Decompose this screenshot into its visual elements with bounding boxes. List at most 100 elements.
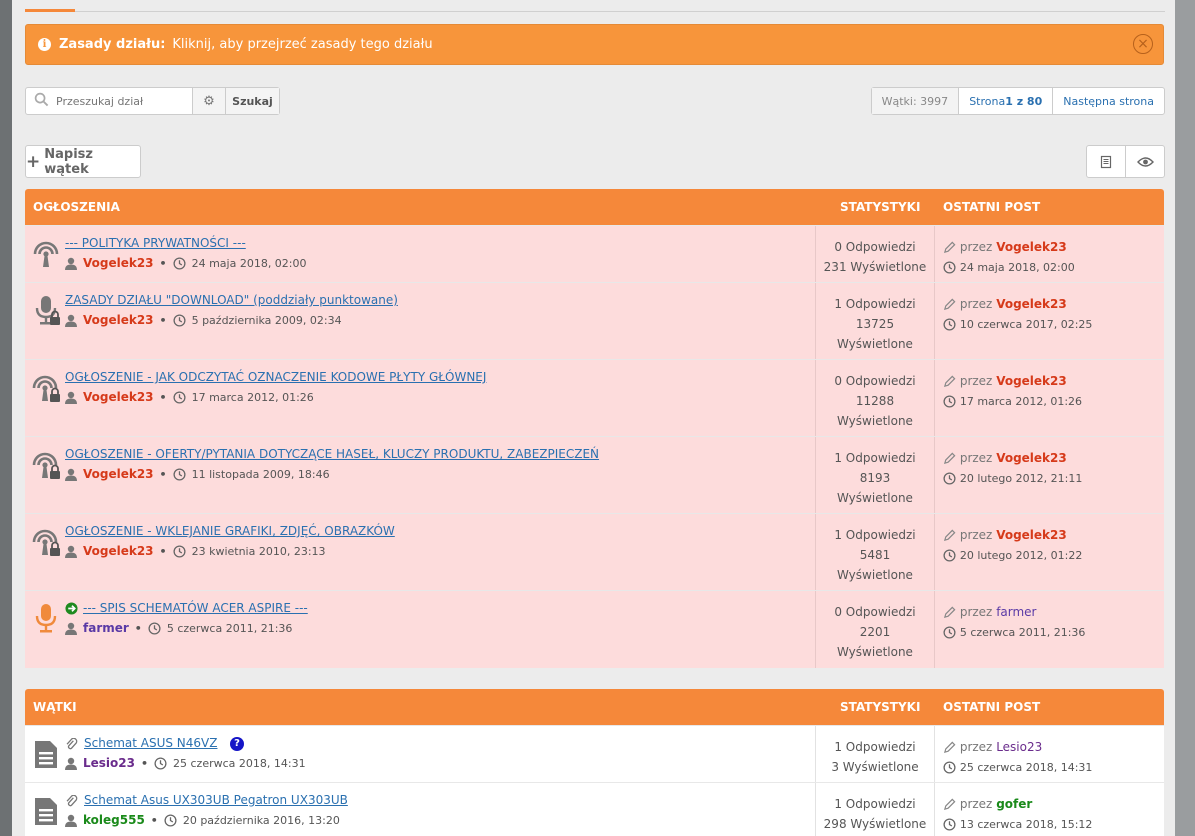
topic-stats: 0 Odpowiedzi 231 Wyświetlone (815, 226, 935, 282)
last-post-date[interactable]: 20 lutego 2012, 21:11 (960, 472, 1083, 485)
mark-read-button[interactable] (1087, 146, 1126, 177)
pagination: Wątki: 3997 Strona 1 z 80 Następna stron… (870, 87, 1165, 115)
topics-table: WĄTKI STATYSTYKI OSTATNI POST Schemat AS… (25, 689, 1164, 836)
view-count: 2201 (859, 625, 891, 639)
search-button[interactable]: Szukaj (226, 88, 279, 114)
locked-broadcast-icon (32, 375, 60, 402)
new-topic-button[interactable]: + Napisz wątek (25, 145, 141, 178)
last-post-author-link[interactable]: Vogelek23 (996, 374, 1067, 388)
topic-main: ZASADY DZIAŁU "DOWNLOAD" (poddziały punk… (25, 283, 815, 359)
topic-title-link[interactable]: OGŁOSZENIE - JAK ODCZYTAĆ OZNACZENIE KOD… (65, 370, 486, 384)
separator-dot: • (159, 313, 167, 327)
topic-author-link[interactable]: Vogelek23 (83, 544, 154, 558)
close-icon[interactable]: × (1133, 34, 1153, 54)
reply-count: 1 Odpowiedzi (834, 528, 916, 542)
plus-icon: + (26, 151, 41, 172)
pencil-icon (943, 798, 956, 811)
topic-main: OGŁOSZENIE - JAK ODCZYTAĆ OZNACZENIE KOD… (25, 360, 815, 436)
view-label: Wyświetlone (837, 414, 913, 428)
last-post-date[interactable]: 24 maja 2018, 02:00 (960, 261, 1075, 274)
last-post-by: przez (959, 240, 993, 254)
topic-date: 25 czerwca 2018, 14:31 (173, 756, 306, 770)
last-post: przez gofer 13 czerwca 2018, 15:12 (935, 783, 1092, 835)
topic-title-link[interactable]: --- SPIS SCHEMATÓW ACER ASPIRE --- (83, 601, 308, 615)
last-post-date[interactable]: 25 czerwca 2018, 14:31 (960, 761, 1093, 774)
last-post-date[interactable]: 13 czerwca 2018, 15:12 (960, 818, 1093, 831)
last-post-date[interactable]: 17 marca 2012, 01:26 (960, 395, 1082, 408)
last-post-author-link[interactable]: Vogelek23 (996, 528, 1067, 542)
go-to-unread-icon[interactable] (65, 602, 78, 615)
last-post-author-link[interactable]: farmer (996, 605, 1036, 619)
view-label: Wyświetlone (837, 491, 913, 505)
topic-title-link[interactable]: Schemat ASUS N46VZ (84, 736, 217, 750)
topic-author-link[interactable]: koleg555 (83, 813, 145, 827)
announcement-row: OGŁOSZENIE - JAK ODCZYTAĆ OZNACZENIE KOD… (25, 359, 1164, 436)
last-post-author-link[interactable]: Vogelek23 (996, 240, 1067, 254)
view-tools (1086, 145, 1165, 178)
forum-rules-notice[interactable]: i Zasady działu: Kliknij, aby przejrzeć … (25, 24, 1164, 65)
user-icon (65, 314, 77, 327)
topic-date: 5 czerwca 2011, 21:36 (166, 621, 293, 635)
clock-icon (943, 549, 956, 562)
clock-icon (943, 761, 956, 774)
last-post: przez Vogelek23 24 maja 2018, 02:00 (935, 226, 1075, 278)
last-post-author-link[interactable]: Vogelek23 (996, 297, 1067, 311)
last-post-by: przez (959, 797, 993, 811)
forum-search: ⚙ Szukaj (25, 87, 280, 115)
next-page-link[interactable]: Następna strona (1053, 88, 1164, 114)
last-post-author-link[interactable]: Vogelek23 (996, 451, 1067, 465)
topic-stats: 1 Odpowiedzi 13725 Wyświetlone (815, 283, 935, 359)
announcement-row: OGŁOSZENIE - OFERTY/PYTANIA DOTYCZĄCE HA… (25, 436, 1164, 513)
clock-icon (173, 256, 186, 270)
topic-author-link[interactable]: Lesio23 (83, 756, 135, 770)
topic-row: Schemat Asus UX303UB Pegatron UX303UB ko… (25, 782, 1164, 836)
clock-icon (173, 544, 186, 558)
reply-count: 0 Odpowiedzi (834, 240, 916, 254)
topic-stats: 1 Odpowiedzi 8193 Wyświetlone (815, 437, 935, 513)
page-jump[interactable]: Strona 1 z 80 (959, 88, 1054, 114)
view-count: 3 Wyświetlone (831, 760, 919, 774)
pencil-icon (943, 241, 956, 254)
watch-button[interactable] (1126, 146, 1164, 177)
search-input[interactable] (56, 94, 186, 108)
topic-stats: 0 Odpowiedzi 2201 Wyświetlone (815, 591, 935, 668)
last-post-column-header: OSTATNI POST (943, 700, 1041, 714)
clock-icon (943, 626, 956, 639)
topic-author-link[interactable]: Vogelek23 (83, 467, 154, 481)
topic-title-link[interactable]: --- POLITYKA PRYWATNOŚCI --- (65, 236, 246, 250)
topic-title-link[interactable]: Schemat Asus UX303UB Pegatron UX303UB (84, 793, 348, 807)
last-post-author-link[interactable]: gofer (996, 797, 1032, 811)
notice-text[interactable]: Kliknij, aby przejrzeć zasady tego dział… (172, 37, 432, 52)
forum-page: i Zasady działu: Kliknij, aby przejrzeć … (12, 0, 1175, 836)
page-margin-left (0, 0, 12, 836)
topic-title-link[interactable]: ZASADY DZIAŁU "DOWNLOAD" (poddziały punk… (65, 293, 398, 307)
page-margin-right (1175, 0, 1195, 836)
topic-meta: Vogelek23 • 23 kwietnia 2010, 23:13 (65, 544, 326, 558)
page-prefix: Strona (969, 94, 1006, 108)
topic-title-link[interactable]: OGŁOSZENIE - OFERTY/PYTANIA DOTYCZĄCE HA… (65, 447, 599, 461)
last-post: przez farmer 5 czerwca 2011, 21:36 (935, 591, 1085, 643)
topic-main: OGŁOSZENIE - WKLEJANIE GRAFIKI, ZDJĘĆ, O… (25, 514, 815, 590)
topic-author-link[interactable]: Vogelek23 (83, 390, 154, 404)
topic-author-link[interactable]: Vogelek23 (83, 256, 154, 270)
last-post: przez Vogelek23 10 czerwca 2017, 02:25 (935, 283, 1092, 335)
last-post-date[interactable]: 10 czerwca 2017, 02:25 (960, 318, 1093, 331)
pencil-icon (943, 452, 956, 465)
clock-icon (943, 818, 956, 831)
last-post-author-link[interactable]: Lesio23 (996, 740, 1042, 754)
user-icon (65, 757, 77, 770)
search-icon (26, 92, 56, 111)
last-post-date[interactable]: 20 lutego 2012, 01:22 (960, 549, 1083, 562)
topic-author-link[interactable]: farmer (83, 621, 129, 635)
separator-dot: • (159, 256, 167, 270)
paperclip-icon (66, 795, 78, 807)
advanced-search-button[interactable]: ⚙ (193, 88, 226, 114)
last-post-date[interactable]: 5 czerwca 2011, 21:36 (960, 626, 1086, 639)
topic-author-link[interactable]: Vogelek23 (83, 313, 154, 327)
topic-title-link[interactable]: OGŁOSZENIE - WKLEJANIE GRAFIKI, ZDJĘĆ, O… (65, 524, 395, 538)
view-count: 298 Wyświetlone (823, 817, 927, 831)
locked-microphone-icon (35, 296, 60, 325)
last-post-by: przez (959, 605, 993, 619)
topic-meta: farmer • 5 czerwca 2011, 21:36 (65, 621, 292, 635)
section-tab-bar (25, 0, 1165, 12)
